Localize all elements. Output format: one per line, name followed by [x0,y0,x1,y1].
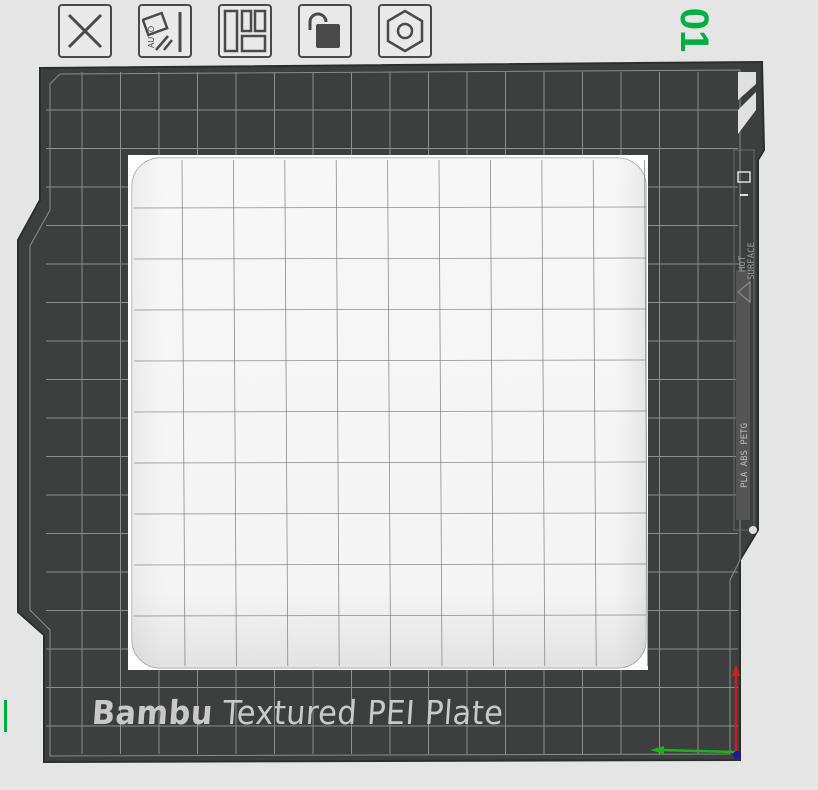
side-text-surface: SURFACE [747,242,757,280]
build-plate[interactable] [0,0,818,790]
side-text-materials: PLA ABS PETG [740,422,750,488]
origin-point [733,751,741,759]
plate-type: Textured PEI Plate [211,693,505,732]
plate-name: Bambu Textured PEI Plate [91,693,505,733]
plate-brand: Bambu [90,693,215,732]
plate-hole [749,526,757,534]
